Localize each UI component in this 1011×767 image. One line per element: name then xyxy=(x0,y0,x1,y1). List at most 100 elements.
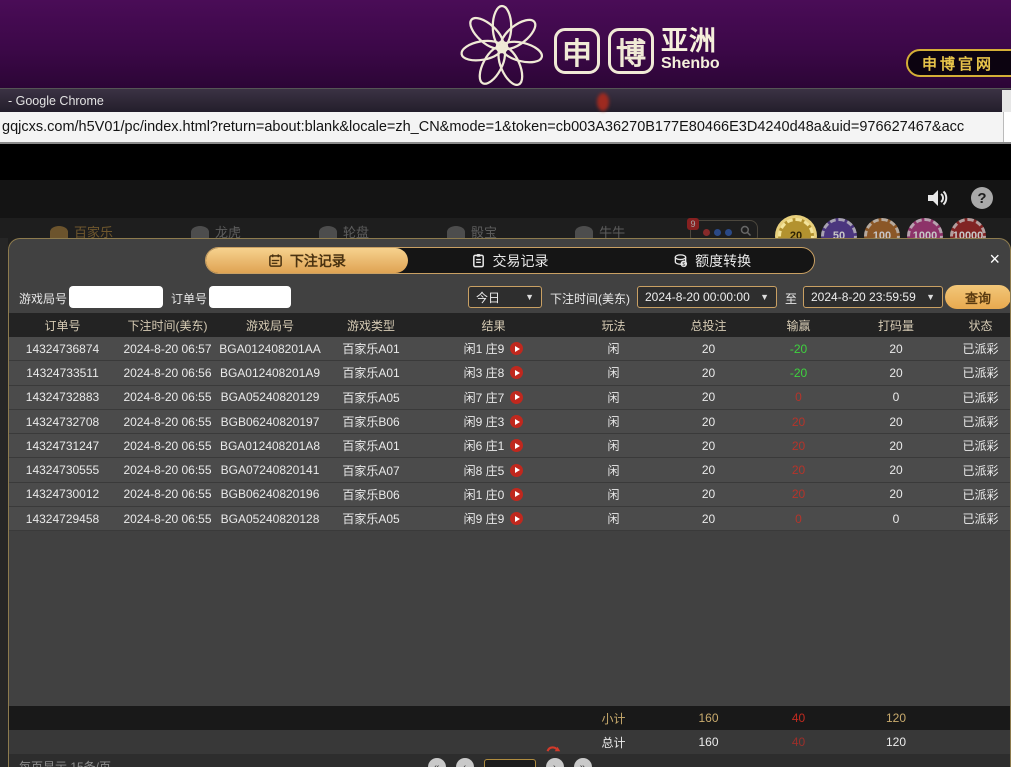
filterbar: 游戏局号 订单号 今日 ▼ 下注时间(美东) 2024-8-20 00:00:0… xyxy=(9,284,1010,310)
date-preset-select[interactable]: 今日 ▼ xyxy=(468,286,542,308)
close-icon[interactable]: × xyxy=(989,250,1000,268)
titlebar-corner xyxy=(1002,90,1011,112)
subtotal-label: 小计 xyxy=(601,711,626,726)
cell-winloss: 20 xyxy=(791,414,806,429)
cell-status: 已派彩 xyxy=(962,390,999,405)
tab-credit-transfer[interactable]: $ 额度转换 xyxy=(611,248,814,273)
cell-status: 已派彩 xyxy=(962,512,999,527)
cell-round: BGA07240820141 xyxy=(220,463,320,478)
speaker-icon[interactable] xyxy=(925,186,949,210)
cell-result: 闲3 庄8 xyxy=(421,364,566,381)
cell-game-type: 百家乐A01 xyxy=(342,366,400,381)
cell-play: 闲 xyxy=(607,390,620,405)
logo-region-block: 亚洲 Shenbo xyxy=(661,27,720,73)
cell-status: 已派彩 xyxy=(962,415,999,430)
bet-time-label: 下注时间(美东) xyxy=(550,292,630,306)
cell-rolling: 20 xyxy=(889,365,903,380)
page: 申 博 亚洲 Shenbo 申博官网 - Google Chrome gqjcx… xyxy=(0,0,1011,767)
cell-status: 已派彩 xyxy=(962,487,999,502)
first-page-button[interactable]: « xyxy=(427,758,446,767)
date-from-select[interactable]: 2024-8-20 00:00:00 ▼ xyxy=(637,286,777,308)
left-background-sliver xyxy=(0,238,8,767)
cell-round: BGA012408201A9 xyxy=(219,365,321,380)
help-icon[interactable]: ? xyxy=(971,187,993,209)
cell-bet: 20 xyxy=(701,390,716,405)
tab-bet-records[interactable]: 下注记录 xyxy=(205,248,409,273)
official-site-button[interactable]: 申博官网 xyxy=(906,49,1011,77)
play-icon[interactable] xyxy=(510,463,524,477)
svg-text:$: $ xyxy=(683,262,686,268)
cell-play: 闲 xyxy=(607,463,620,478)
cell-status: 已派彩 xyxy=(962,439,999,454)
col-rolling: 打码量 xyxy=(877,318,914,333)
search-button[interactable]: 查询 xyxy=(945,285,1010,309)
table-row: 14324732708 2024-8-20 06:55 BGB062408201… xyxy=(9,409,1010,435)
cell-bet: 20 xyxy=(701,463,716,478)
cell-bet: 20 xyxy=(701,414,716,429)
browser-url-bar[interactable]: gqjcxs.com/h5V01/pc/index.html?return=ab… xyxy=(0,112,1011,144)
cell-rolling: 20 xyxy=(889,438,903,453)
play-icon[interactable] xyxy=(510,487,524,501)
roadmap-dots xyxy=(703,229,732,236)
cell-winloss: 20 xyxy=(791,463,806,478)
game-round-input[interactable] xyxy=(69,286,163,308)
date-to-select[interactable]: 2024-8-20 23:59:59 ▼ xyxy=(803,286,943,308)
cell-rolling: 0 xyxy=(892,511,900,526)
cell-time: 2024-8-20 06:55 xyxy=(123,463,212,478)
sicbo-icon xyxy=(447,225,466,238)
play-icon[interactable] xyxy=(510,512,524,526)
cell-play: 闲 xyxy=(607,366,620,381)
cell-time: 2024-8-20 06:56 xyxy=(123,365,212,380)
cell-status: 已派彩 xyxy=(962,342,999,357)
subtotal-row: 小计 160 40 120 xyxy=(9,706,1010,730)
baccarat-icon xyxy=(50,225,68,238)
cell-time: 2024-8-20 06:57 xyxy=(123,341,212,356)
cell-result: 闲6 庄1 xyxy=(421,437,566,454)
modal-bottombar: 每页显示 15条/页 « ‹ › » xyxy=(9,754,1010,767)
cell-winloss: 0 xyxy=(795,390,802,405)
result-text: 闲8 庄5 xyxy=(463,463,505,478)
page-number-input[interactable] xyxy=(483,758,536,767)
cell-round: BGA012408201A8 xyxy=(219,438,321,453)
next-page-button[interactable]: › xyxy=(545,758,564,767)
cell-play: 闲 xyxy=(607,512,620,527)
cell-round: BGB06240820196 xyxy=(220,487,320,502)
cell-round: BGB06240820197 xyxy=(220,414,320,429)
order-no-input[interactable] xyxy=(209,286,291,308)
cell-order: 14324730555 xyxy=(25,463,100,478)
table-row: 14324729458 2024-8-20 06:55 BGA052408201… xyxy=(9,507,1010,532)
cell-order: 14324733511 xyxy=(26,365,99,380)
tab-label: 下注记录 xyxy=(289,252,346,269)
total-row: 总计 160 40 120 xyxy=(9,730,1010,760)
cell-bet: 20 xyxy=(701,487,716,502)
subtotal-winloss: 40 xyxy=(791,711,806,725)
flower-logo-icon xyxy=(460,4,544,86)
play-icon[interactable] xyxy=(510,366,524,380)
cell-rolling: 20 xyxy=(889,341,903,356)
play-icon[interactable] xyxy=(510,439,524,453)
result-text: 闲9 庄9 xyxy=(463,512,505,527)
prev-page-button[interactable]: ‹ xyxy=(455,758,474,767)
cell-time: 2024-8-20 06:55 xyxy=(123,414,212,429)
cell-round: BGA012408201AA xyxy=(219,341,321,356)
tab-transaction-records[interactable]: 交易记录 xyxy=(408,248,611,273)
result-text: 闲1 庄0 xyxy=(463,487,505,502)
play-icon[interactable] xyxy=(510,390,524,404)
cell-result: 闲7 庄7 xyxy=(421,389,566,406)
cell-status: 已派彩 xyxy=(962,366,999,381)
cell-order: 14324730012 xyxy=(25,487,100,502)
brand-header: 申 博 亚洲 Shenbo 申博官网 xyxy=(0,0,1011,88)
play-icon[interactable] xyxy=(510,342,524,356)
last-page-button[interactable]: » xyxy=(573,758,592,767)
cell-order: 14324732708 xyxy=(25,414,100,429)
cell-play: 闲 xyxy=(607,439,620,454)
url-text[interactable]: gqjcxs.com/h5V01/pc/index.html?return=ab… xyxy=(0,119,964,135)
magnifier-icon[interactable] xyxy=(740,225,752,237)
total-winloss: 40 xyxy=(791,735,806,749)
total-rolling: 120 xyxy=(885,735,907,749)
game-topbar: ? xyxy=(0,180,1011,389)
result-text: 闲6 庄1 xyxy=(463,439,505,454)
play-icon[interactable] xyxy=(510,415,524,429)
chevron-down-icon: ▼ xyxy=(760,292,769,302)
cell-rolling: 20 xyxy=(889,487,903,502)
